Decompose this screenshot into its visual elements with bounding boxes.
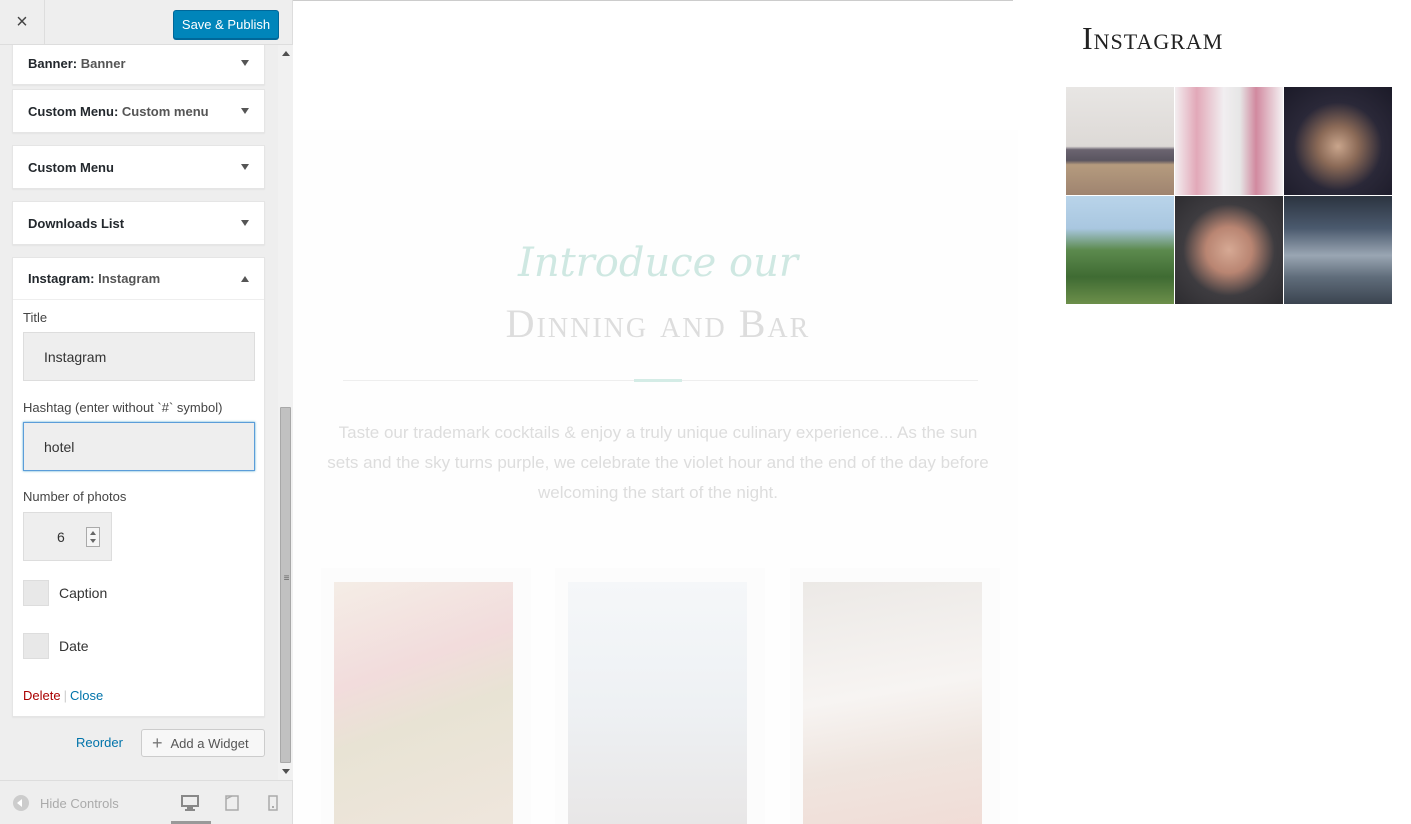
hashtag-label: Hashtag (enter without `#` symbol): [23, 400, 223, 415]
scroll-thumb[interactable]: [280, 407, 292, 763]
collapse-arrow-icon[interactable]: [241, 275, 249, 282]
widget-name: Banner:: [28, 55, 78, 71]
widget-header[interactable]: Instagram: Instagram: [13, 258, 264, 300]
number-spinner[interactable]: [86, 527, 100, 547]
widget-banner[interactable]: Banner: Banner: [12, 45, 265, 85]
collapse-icon: [13, 795, 29, 811]
gallery-card-food: [321, 568, 531, 824]
header-divider: [293, 0, 1013, 1]
caption-label: Caption: [59, 585, 108, 601]
widget-name: Custom Menu: [28, 159, 114, 175]
instagram-photo[interactable]: [1284, 196, 1392, 304]
widget-subtitle: Banner: [80, 55, 126, 71]
delete-link[interactable]: Delete: [23, 688, 61, 703]
food-photo: [334, 582, 513, 824]
gallery-card-dish: [790, 568, 1000, 824]
instagram-photo[interactable]: [1066, 87, 1174, 195]
sidebar-scrollbar[interactable]: [278, 45, 293, 780]
instagram-photo[interactable]: [1175, 87, 1283, 195]
hide-controls-button[interactable]: Hide Controls: [13, 795, 119, 811]
expand-arrow-icon[interactable]: [241, 164, 249, 170]
widget-header[interactable]: Custom Menu: Custom menu: [13, 90, 264, 132]
widget-subtitle: Instagram: [98, 271, 161, 286]
hashtag-input[interactable]: hotel: [23, 422, 255, 471]
add-widget-button[interactable]: + Add a Widget: [141, 729, 265, 757]
separator: |: [63, 688, 67, 703]
widget-name: Downloads List: [28, 215, 125, 231]
expand-arrow-icon[interactable]: [241, 108, 249, 114]
plus-icon: +: [152, 733, 163, 753]
widget-subtitle: Custom menu: [121, 103, 209, 119]
add-widget-label: Add a Widget: [170, 735, 249, 751]
instagram-photo[interactable]: [1066, 196, 1174, 304]
dish-photo: [803, 582, 982, 824]
site-preview: Introduce our Dinning and Bar Taste our …: [293, 0, 1411, 824]
scroll-down-icon[interactable]: [282, 769, 290, 774]
reorder-link[interactable]: Reorder: [76, 735, 123, 750]
widget-instagram: Instagram: Instagram Title Instagram Has…: [12, 257, 265, 717]
widget-header[interactable]: Downloads List: [13, 202, 264, 244]
expand-arrow-icon[interactable]: [241, 220, 249, 226]
widget-custom-menu-1[interactable]: Custom Menu: Custom menu: [12, 89, 265, 133]
widget-custom-menu-2[interactable]: Custom Menu: [12, 145, 265, 189]
sidebar-footer: Hide Controls: [0, 780, 292, 824]
widget-header[interactable]: Custom Menu: [13, 146, 264, 188]
sidebar-header: × Save & Publish: [0, 0, 292, 45]
date-label: Date: [59, 638, 89, 654]
dining-heading: Dinning and Bar: [505, 301, 811, 346]
wine-glass-photo: [568, 582, 747, 824]
desktop-preview-icon[interactable]: [181, 795, 199, 811]
widget-downloads-list[interactable]: Downloads List: [12, 201, 265, 245]
title-input[interactable]: Instagram: [23, 332, 255, 381]
close-customizer-button[interactable]: ×: [0, 0, 45, 45]
widget-name: Instagram:: [28, 271, 95, 286]
customizer-sidebar: × Save & Publish Banner: Banner Custom M…: [0, 0, 293, 824]
mobile-preview-icon[interactable]: [264, 795, 282, 811]
instagram-widget-title: Instagram: [1082, 20, 1224, 56]
close-link[interactable]: Close: [70, 688, 103, 703]
gallery-card-wine: [555, 568, 765, 824]
title-label: Title: [23, 310, 48, 325]
save-publish-button[interactable]: Save & Publish: [173, 10, 279, 39]
instagram-photo[interactable]: [1175, 196, 1283, 304]
widget-actions: Delete | Close: [23, 688, 103, 703]
widget-list: Banner: Banner Custom Menu: Custom menu …: [0, 45, 278, 780]
divider-accent: [634, 379, 682, 382]
caption-checkbox[interactable]: [23, 580, 49, 606]
date-checkbox[interactable]: [23, 633, 49, 659]
instagram-photo[interactable]: [1284, 87, 1392, 195]
photos-count-value: 6: [57, 528, 65, 545]
hide-controls-label: Hide Controls: [40, 795, 119, 811]
scroll-up-icon[interactable]: [282, 51, 290, 56]
dining-description: Taste our trademark cocktails & enjoy a …: [327, 423, 989, 502]
widget-name: Custom Menu:: [28, 103, 119, 119]
intro-script-heading: Introduce our: [518, 240, 798, 286]
widget-header[interactable]: Banner: Banner: [13, 45, 264, 84]
instagram-photo-grid: [1066, 87, 1392, 304]
tablet-preview-icon[interactable]: [223, 795, 241, 811]
photos-count-label: Number of photos: [23, 489, 127, 504]
expand-arrow-icon[interactable]: [241, 60, 249, 66]
photos-count-input[interactable]: 6: [23, 512, 112, 561]
